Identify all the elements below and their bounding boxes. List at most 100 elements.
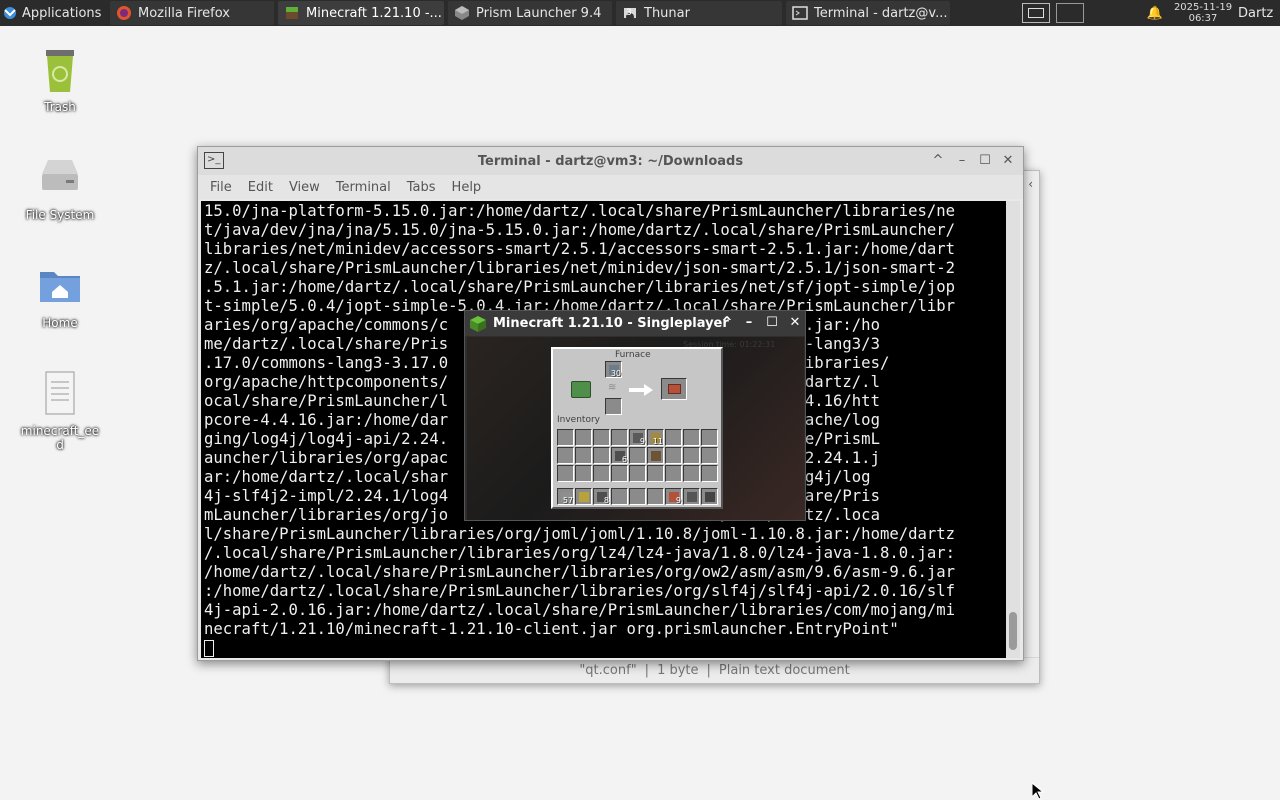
furnace-gui: Furnace 30 ≋ Inventory 9 11 6 57 8 9: [551, 347, 723, 509]
thunar-back-icon[interactable]: ‹: [1028, 177, 1033, 191]
menu-view[interactable]: View: [281, 180, 328, 195]
hotbar-slot[interactable]: [647, 488, 664, 505]
task-label: Minecraft 1.21.10 -...: [306, 5, 442, 21]
inventory-slot[interactable]: [575, 447, 592, 464]
inventory-slot[interactable]: 6: [611, 447, 628, 464]
terminal-line: libraries/net/minidev/accessors-smart/2.…: [204, 240, 956, 258]
furnace-input-slot[interactable]: 30: [605, 361, 622, 378]
hotbar-slot[interactable]: 57: [557, 488, 574, 505]
terminal-line: 4j-api-2.0.16.jar:/home/dartz/.local/sha…: [204, 601, 956, 619]
inventory-slot[interactable]: [575, 465, 592, 482]
workspace-2-button[interactable]: [1056, 3, 1084, 23]
thunar-icon: 3: [622, 5, 638, 21]
hotbar-slot[interactable]: 8: [593, 488, 610, 505]
inventory-slot[interactable]: [701, 447, 718, 464]
inventory-slot[interactable]: [683, 429, 700, 446]
desktop-icon-trash[interactable]: Trash: [10, 46, 110, 114]
terminal-line: z/.local/share/PrismLauncher/libraries/n…: [204, 259, 956, 277]
inventory-slot[interactable]: [611, 465, 628, 482]
inventory-slot[interactable]: [593, 429, 610, 446]
terminal-shade-button[interactable]: ^: [930, 153, 946, 169]
terminal-titlebar[interactable]: >_ Terminal - dartz@vm3: ~/Downloads ^ –…: [198, 147, 1023, 175]
desktop-icon-label: minecraft_eed: [20, 424, 100, 452]
system-tray: 🔔 2025-11-19 06:37 Dartz: [1022, 0, 1280, 26]
task-firefox[interactable]: Mozilla Firefox: [110, 1, 274, 25]
hotbar-slot[interactable]: 9: [665, 488, 682, 505]
inventory-slot[interactable]: [647, 465, 664, 482]
inventory-title: Inventory: [557, 415, 600, 425]
inventory-slot[interactable]: [611, 429, 628, 446]
inventory-slot[interactable]: [557, 465, 574, 482]
hotbar-slot[interactable]: [701, 488, 718, 505]
terminal-line: necraft/1.21.10/minecraft-1.21.10-client…: [204, 620, 899, 638]
terminal-close-button[interactable]: ✕: [1000, 153, 1016, 169]
inventory-slot[interactable]: [575, 429, 592, 446]
minecraft-close-button[interactable]: ✕: [787, 315, 803, 331]
furnace-output-slot[interactable]: [661, 378, 687, 400]
minecraft-titlebar[interactable]: Minecraft 1.21.10 - Singleplayer ^ – ☐ ✕: [465, 311, 805, 336]
terminal-icon: [792, 5, 808, 21]
inventory-slot[interactable]: [593, 465, 610, 482]
item-icon: [705, 492, 715, 502]
inventory-slot[interactable]: 11: [647, 429, 664, 446]
menu-edit[interactable]: Edit: [240, 180, 281, 195]
clock-time: 06:37: [1188, 13, 1218, 24]
workspace-1-button[interactable]: [1022, 3, 1050, 23]
minecraft-shade-button[interactable]: ^: [719, 315, 735, 331]
furnace-fuel-slot[interactable]: [605, 398, 622, 415]
window-count-badge: 3: [626, 8, 632, 18]
slot-count: 6: [621, 455, 627, 464]
status-file-type: Plain text document: [718, 663, 850, 678]
terminal-maximize-button[interactable]: ☐: [977, 153, 993, 169]
terminal-line: l/share/PrismLauncher/libraries/org/joml…: [204, 525, 956, 543]
task-prism-launcher[interactable]: Prism Launcher 9.4: [448, 1, 612, 25]
inventory-slot[interactable]: [629, 447, 646, 464]
hotbar-slot[interactable]: [611, 488, 628, 505]
minecraft-minimize-button[interactable]: –: [741, 315, 757, 331]
firefox-icon: [116, 5, 132, 21]
inventory-slot[interactable]: [629, 465, 646, 482]
user-menu[interactable]: Dartz: [1238, 6, 1280, 21]
notification-bell-icon[interactable]: 🔔: [1144, 6, 1166, 21]
inventory-slot[interactable]: [557, 429, 574, 446]
desktop-icon-file[interactable]: minecraft_eed: [10, 370, 110, 452]
hotbar-slot[interactable]: [683, 488, 700, 505]
menu-terminal[interactable]: Terminal: [328, 180, 399, 195]
inventory-slot[interactable]: [683, 465, 700, 482]
menu-help[interactable]: Help: [444, 180, 490, 195]
minecraft-maximize-button[interactable]: ☐: [764, 315, 780, 331]
hotbar-slot[interactable]: [629, 488, 646, 505]
inventory-slot[interactable]: [593, 447, 610, 464]
terminal-scrollbar[interactable]: [1006, 201, 1020, 658]
inventory-slot[interactable]: [665, 447, 682, 464]
scrollbar-thumb[interactable]: [1009, 612, 1017, 650]
minecraft-game-view[interactable]: Session time: 01:22:31 Furnace 30 ≋ Inve: [467, 337, 804, 520]
applications-menu-button[interactable]: Applications ⋮: [0, 0, 108, 26]
inventory-slot[interactable]: 9: [629, 429, 646, 446]
inventory-slot[interactable]: [701, 465, 718, 482]
slot-count: 8: [603, 496, 609, 505]
inventory-slot[interactable]: [683, 447, 700, 464]
terminal-minimize-button[interactable]: –: [954, 153, 970, 169]
desktop-icon-file-system[interactable]: File System: [10, 154, 110, 222]
hard-drive-icon: [36, 154, 84, 202]
desktop-icon-home[interactable]: Home: [10, 262, 110, 330]
item-icon: [651, 451, 661, 461]
recipe-book-button[interactable]: [571, 381, 591, 398]
terminal-line: /.local/share/PrismLauncher/libraries/or…: [204, 544, 956, 562]
inventory-slot[interactable]: [647, 447, 664, 464]
inventory-slot[interactable]: [665, 429, 682, 446]
inventory-slot[interactable]: [665, 465, 682, 482]
desktop-icon-label: Home: [42, 316, 78, 330]
inventory-slot[interactable]: [701, 429, 718, 446]
terminal-line: :/home/dartz/.local/share/PrismLauncher/…: [204, 582, 956, 600]
item-icon: [687, 492, 697, 502]
inventory-slot[interactable]: [557, 447, 574, 464]
hotbar-slot[interactable]: [575, 488, 592, 505]
task-terminal[interactable]: Terminal - dartz@v...: [786, 1, 950, 25]
task-minecraft[interactable]: Minecraft 1.21.10 -...: [278, 1, 444, 25]
menu-file[interactable]: File: [202, 180, 240, 195]
clock[interactable]: 2025-11-19 06:37: [1172, 2, 1234, 24]
task-thunar[interactable]: 3 Thunar: [616, 1, 782, 25]
menu-tabs[interactable]: Tabs: [399, 180, 444, 195]
